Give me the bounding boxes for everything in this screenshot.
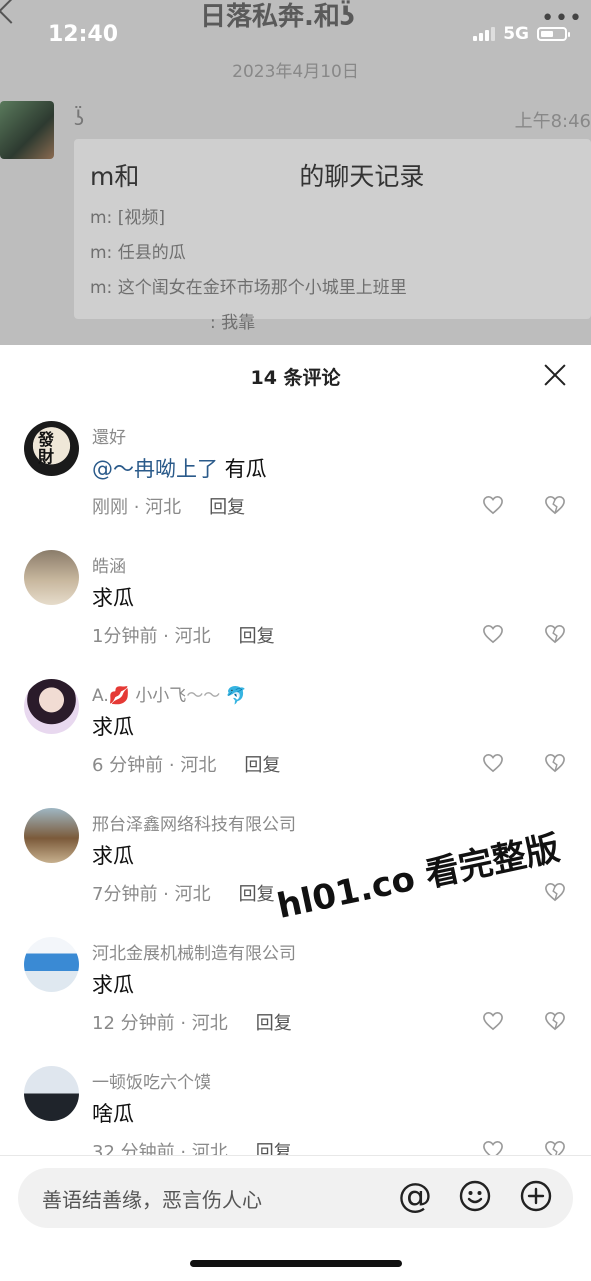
chat-record-card[interactable]: m和 的聊天记录 m: [视频] m: 任县的瓜 m: 这个闺女在金环市场那个小… <box>74 139 591 333</box>
comment-sheet: 14 条评论 發財 還好 @～冉呦上了 有瓜 刚刚 · 河北 回复 皓涵 求瓜 … <box>0 345 591 1280</box>
comment-text: 求瓜 <box>92 586 134 610</box>
input-placeholder: 善语结善缘，恶言伤人心 <box>42 1188 262 1212</box>
card-title-left: m和 <box>90 162 140 191</box>
comment-text: 求瓜 <box>92 844 134 868</box>
comment-meta: 1分钟前 · 河北 回复 <box>92 622 275 648</box>
reply-button[interactable]: 回复 <box>244 751 280 777</box>
sender-avatar[interactable] <box>0 101 54 159</box>
sender-name: ʖ̈ <box>74 106 85 130</box>
comment-input-bar: 善语结善缘，恶言伤人心 @ <box>0 1155 591 1281</box>
smile-icon[interactable] <box>459 1180 491 1212</box>
avatar[interactable]: 發財 <box>24 421 79 476</box>
commenter-name[interactable]: 邢台泽鑫网络科技有限公司 <box>92 810 296 835</box>
reply-button[interactable]: 回复 <box>256 1009 292 1035</box>
card-line: m: 任县的瓜 <box>90 243 186 263</box>
avatar[interactable] <box>24 808 79 863</box>
avatar[interactable] <box>24 937 79 992</box>
signal-icon <box>473 27 496 41</box>
comment-meta: 刚刚 · 河北 回复 <box>92 493 245 519</box>
mention-link[interactable]: @～冉呦上了 <box>92 457 218 481</box>
date-separator: 2023年4月10日 <box>232 62 359 82</box>
comment-item: 河北金展机械制造有限公司 求瓜 12 分钟前 · 河北 回复 <box>0 937 591 1065</box>
reply-button[interactable]: 回复 <box>239 622 275 648</box>
comment-text: 啥瓜 <box>92 1102 134 1126</box>
heart-icon[interactable] <box>482 624 504 644</box>
comment-time-location: 12 分钟前 · 河北 <box>92 1013 228 1034</box>
commenter-name[interactable]: 河北金展机械制造有限公司 <box>92 939 296 964</box>
heart-icon[interactable] <box>482 495 504 515</box>
comment-item: 皓涵 求瓜 1分钟前 · 河北 回复 <box>0 550 591 678</box>
lips-icon: 💋 <box>108 686 130 706</box>
broken-heart-icon[interactable] <box>544 753 566 773</box>
card-title: m和 的聊天记录 <box>90 157 575 193</box>
wave-icon: 〜〜 <box>186 686 221 706</box>
commenter-name[interactable]: 還好 <box>92 423 126 448</box>
comment-body: 有瓜 <box>218 457 267 481</box>
broken-heart-icon[interactable] <box>544 624 566 644</box>
card-title-right: 的聊天记录 <box>299 162 425 191</box>
card-line: m: [视频] <box>90 208 165 228</box>
close-icon[interactable] <box>543 363 567 387</box>
comment-time-location: 刚刚 · 河北 <box>92 497 182 518</box>
comment-meta: 7分钟前 · 河北 回复 <box>92 880 275 906</box>
comment-item: A.💋 小小飞〜〜 🐬 求瓜 6 分钟前 · 河北 回复 <box>0 679 591 807</box>
home-indicator <box>190 1260 402 1267</box>
dolphin-icon: 🐬 <box>225 686 247 706</box>
sheet-header: 14 条评论 <box>0 345 591 407</box>
reply-button[interactable]: 回复 <box>239 880 275 906</box>
comment-count: 14 条评论 <box>250 367 341 389</box>
comment-text: 求瓜 <box>92 973 134 997</box>
avatar[interactable] <box>24 679 79 734</box>
comment-time-location: 1分钟前 · 河北 <box>92 626 211 647</box>
comment-time-location: 7分钟前 · 河北 <box>92 884 211 905</box>
comment-item: 發財 還好 @～冉呦上了 有瓜 刚刚 · 河北 回复 <box>0 421 591 549</box>
heart-icon[interactable] <box>482 753 504 773</box>
commenter-name-suffix: 小小飞 <box>135 686 187 706</box>
comment-text: @～冉呦上了 有瓜 <box>92 453 267 483</box>
battery-icon <box>537 27 570 41</box>
comment-meta: 6 分钟前 · 河北 回复 <box>92 751 280 777</box>
avatar[interactable] <box>24 1066 79 1121</box>
network-type: 5G <box>503 24 529 44</box>
card-line: m: 这个闺女在金环市场那个小城里上班里 <box>90 278 407 298</box>
plus-circle-icon[interactable] <box>520 1180 552 1212</box>
chat-background: 日落私奔.和ʖ̈ ••• 12:40 5G 2023年4月10日 ʖ̈ 上午8:… <box>0 0 591 345</box>
comment-time-location: 6 分钟前 · 河北 <box>92 755 217 776</box>
message-time: 上午8:46 <box>514 111 591 132</box>
broken-heart-icon[interactable] <box>544 882 566 902</box>
avatar[interactable] <box>24 550 79 605</box>
comment-input[interactable]: 善语结善缘，恶言伤人心 @ <box>18 1168 573 1228</box>
commenter-name[interactable]: 皓涵 <box>92 552 126 577</box>
comment-meta: 12 分钟前 · 河北 回复 <box>92 1009 292 1035</box>
broken-heart-icon[interactable] <box>544 495 566 515</box>
reply-button[interactable]: 回复 <box>209 493 245 519</box>
heart-icon[interactable] <box>482 1011 504 1031</box>
status-time: 12:40 <box>48 22 119 47</box>
comment-text: 求瓜 <box>92 715 134 739</box>
broken-heart-icon[interactable] <box>544 1011 566 1031</box>
card-line: : 我靠 <box>210 313 256 333</box>
status-indicators: 5G <box>473 24 570 44</box>
avatar-text: 發財 <box>38 430 55 466</box>
commenter-name-prefix: A. <box>92 686 109 706</box>
at-mention-icon[interactable]: @ <box>398 1176 432 1216</box>
commenter-name[interactable]: 一顿饭吃六个馍 <box>92 1068 211 1093</box>
commenter-name[interactable]: A.💋 小小飞〜〜 🐬 <box>92 681 247 706</box>
